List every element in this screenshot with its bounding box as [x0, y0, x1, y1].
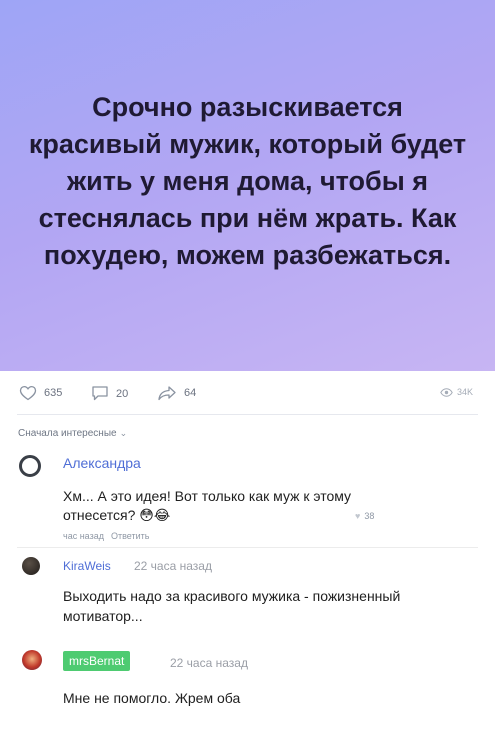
comments-count: 20 [116, 387, 129, 400]
comment-time: 22 часа назад [134, 559, 212, 573]
divider [17, 547, 478, 548]
like-button[interactable]: 635 [19, 385, 62, 401]
post-text: Срочно разыскивается красивый мужик, кот… [28, 92, 467, 270]
comment-text: Мне не помогло. Жрем оба [63, 690, 241, 706]
avatar[interactable] [19, 455, 41, 477]
divider [17, 414, 478, 415]
comment-author[interactable]: Александра [63, 455, 141, 471]
heart-icon [19, 385, 37, 401]
views-count: 34K [457, 387, 474, 397]
comment-meta: час назад Ответить [63, 531, 156, 541]
comment-author[interactable]: KiraWeis [63, 559, 111, 573]
post-actions: 635 20 64 34K [0, 371, 495, 415]
shares-count: 64 [184, 387, 197, 399]
comment-like-button[interactable]: ♥ 38 [355, 511, 374, 521]
comment-text: Хм... А это идея! Вот только как муж к э… [63, 488, 352, 523]
likes-count: 635 [44, 387, 63, 399]
post-banner: Срочно разыскивается красивый мужик, кот… [0, 0, 495, 371]
comment-author[interactable]: mrsBernat [63, 651, 131, 671]
comments-button[interactable]: 20 [91, 385, 128, 402]
share-button[interactable]: 64 [157, 385, 196, 401]
comment-time: час назад [63, 531, 104, 541]
avatar[interactable] [22, 557, 40, 575]
eye-icon [440, 387, 453, 397]
avatar[interactable] [22, 650, 42, 670]
comment-icon [92, 386, 108, 401]
chevron-down-icon: ⌄ [119, 428, 128, 438]
sort-dropdown[interactable]: Сначала интересные ⌄ [18, 428, 127, 439]
comment-text: Выходить надо за красивого мужика - пожи… [63, 588, 401, 624]
sort-label: Сначала интересные [18, 428, 117, 439]
views-counter: 34K [440, 387, 473, 397]
heart-icon: ♥ [355, 511, 361, 521]
comment-time: 22 часа назад [170, 656, 248, 670]
share-arrow-icon [158, 386, 176, 401]
reply-link[interactable]: Ответить [111, 531, 149, 541]
comment-like-count: 38 [364, 511, 375, 521]
